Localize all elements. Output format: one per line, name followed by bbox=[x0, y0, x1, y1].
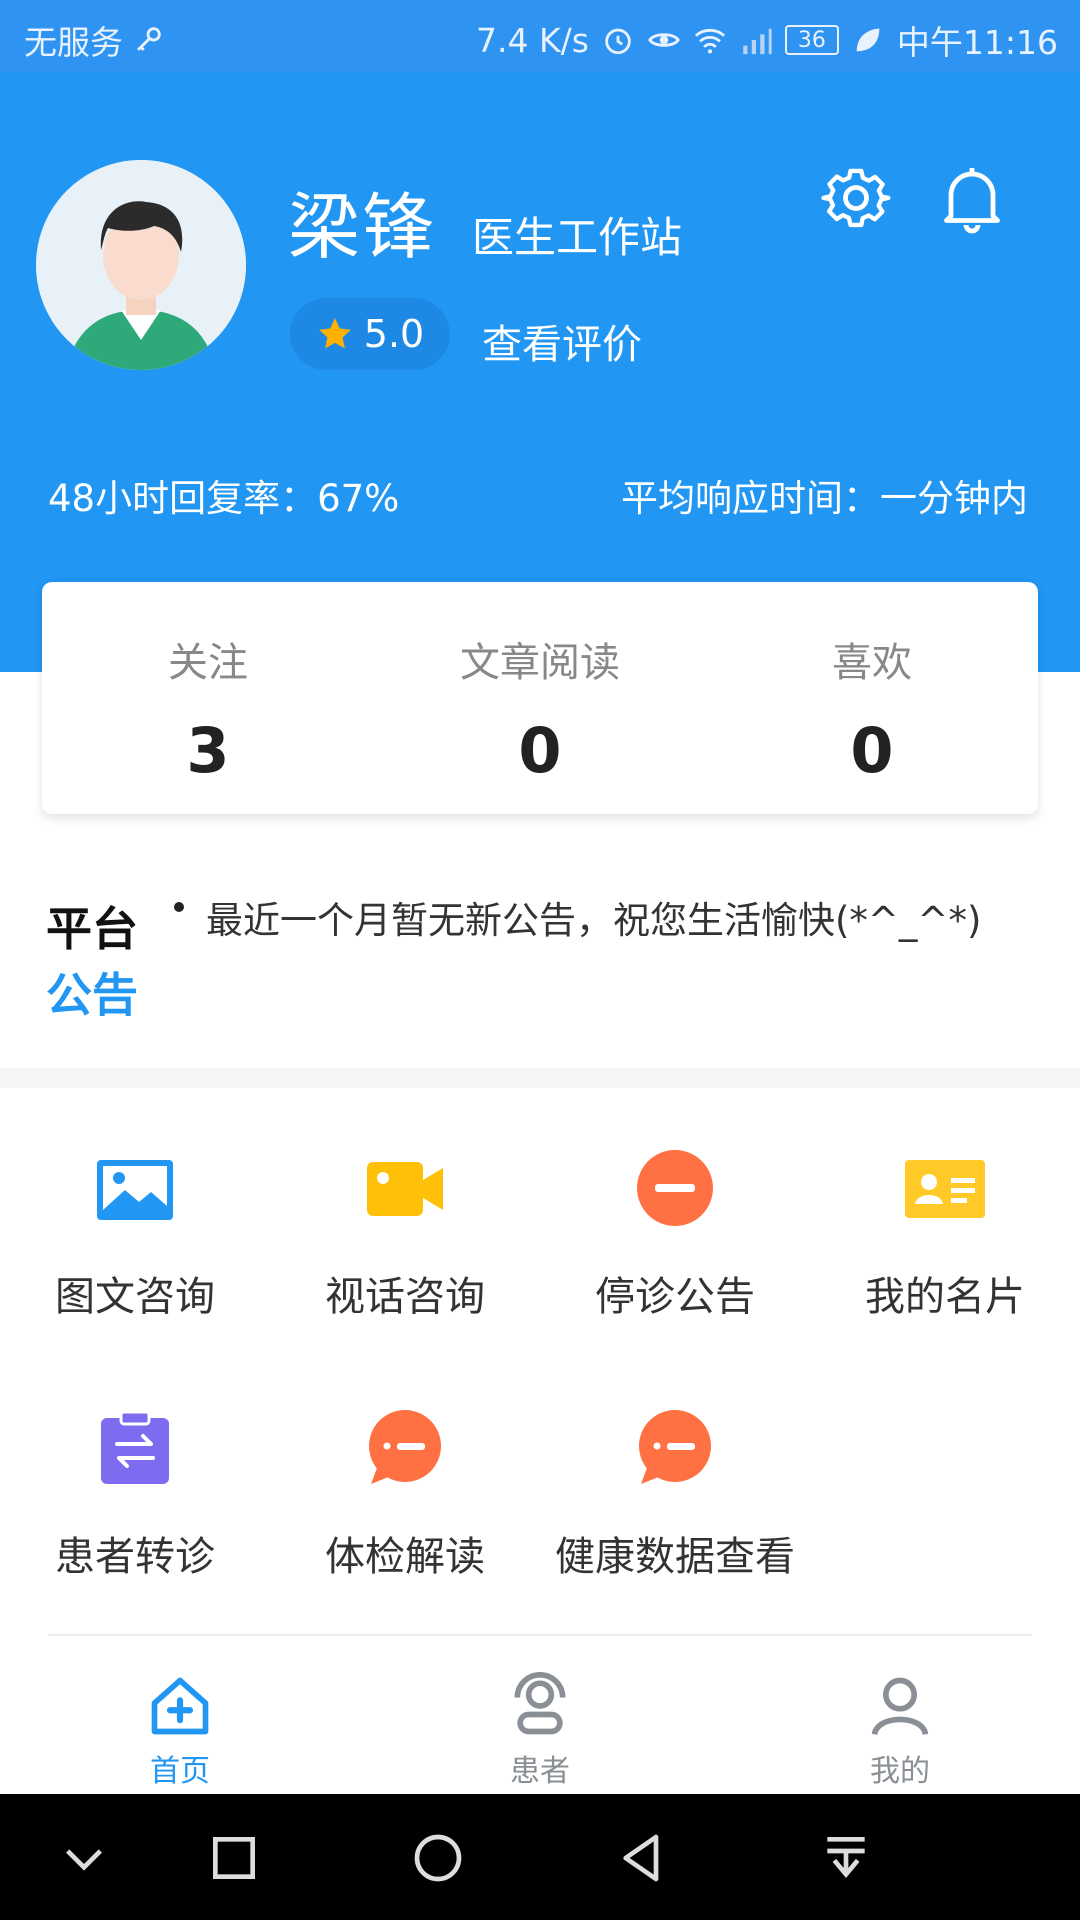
back-triangle-icon[interactable] bbox=[614, 1830, 670, 1886]
stat-follow[interactable]: 关注 3 bbox=[42, 582, 374, 814]
signal-icon bbox=[743, 28, 772, 55]
avatar[interactable] bbox=[36, 160, 246, 370]
tab-label: 患者 bbox=[510, 1754, 570, 1789]
func-suspend-notice[interactable]: 停诊公告 bbox=[540, 1088, 810, 1328]
func-checkup-interpret[interactable]: 体检解读 bbox=[270, 1348, 540, 1588]
stat-likes[interactable]: 喜欢 0 bbox=[706, 582, 1038, 814]
doctor-role: 医生工作站 bbox=[472, 213, 683, 262]
net-speed: 7.4 K/s bbox=[475, 20, 589, 60]
tab-label: 首页 bbox=[150, 1754, 210, 1789]
recents-square-icon[interactable] bbox=[206, 1830, 262, 1886]
func-image-consult[interactable]: 图文咨询 bbox=[0, 1088, 270, 1328]
chat-icon bbox=[369, 1410, 441, 1484]
tab-mine[interactable]: 我的 bbox=[800, 1644, 1000, 1794]
section-divider bbox=[0, 1068, 1080, 1088]
status-bar: 无服务 7.4 K/s 36 中午11:16 bbox=[0, 0, 1080, 72]
leaf-icon bbox=[856, 28, 880, 52]
rating-badge: 5.0 bbox=[290, 298, 450, 370]
platform-notice[interactable]: 平台 公告 最近一个月暂无新公告，祝您生活愉快(*^_^*) bbox=[0, 860, 1080, 1072]
rating-value: 5.0 bbox=[363, 312, 425, 356]
star-icon bbox=[318, 318, 351, 349]
stat-value: 3 bbox=[186, 714, 230, 787]
tab-home[interactable]: 首页 bbox=[80, 1644, 280, 1794]
system-nav-bar bbox=[0, 1794, 1080, 1920]
settings-gear-icon[interactable] bbox=[820, 162, 892, 234]
view-reviews-link[interactable]: 查看评价 bbox=[482, 312, 642, 370]
func-label: 患者转诊 bbox=[55, 1534, 215, 1580]
stat-value: 0 bbox=[850, 714, 894, 787]
func-label: 停诊公告 bbox=[595, 1274, 755, 1320]
func-video-consult[interactable]: 视话咨询 bbox=[270, 1088, 540, 1328]
home-icon bbox=[151, 1677, 209, 1735]
carrier-label: 无服务 bbox=[24, 23, 123, 62]
doctor-name: 梁锋 bbox=[288, 185, 437, 269]
func-label: 我的名片 bbox=[865, 1274, 1025, 1320]
user-icon bbox=[871, 1677, 929, 1736]
alarm-icon bbox=[605, 28, 631, 55]
grid-bottom-divider bbox=[48, 1634, 1032, 1636]
tab-patients[interactable]: 患者 bbox=[440, 1644, 640, 1794]
battery-icon: 36 bbox=[784, 25, 839, 55]
image-icon bbox=[97, 1160, 173, 1220]
key-icon bbox=[137, 27, 161, 51]
status-left: 无服务 bbox=[24, 16, 165, 64]
card-icon bbox=[905, 1160, 985, 1218]
response-time: 平均响应时间：一分钟内 bbox=[621, 477, 1028, 520]
stat-article-reads[interactable]: 文章阅读 0 bbox=[374, 582, 706, 814]
battery-level: 36 bbox=[797, 27, 826, 53]
reply-rate: 48小时回复率：67% bbox=[48, 477, 400, 520]
chevron-down-icon[interactable] bbox=[56, 1830, 112, 1886]
stop-icon bbox=[637, 1150, 713, 1226]
func-label: 图文咨询 bbox=[55, 1274, 215, 1320]
notification-pull-icon[interactable] bbox=[818, 1830, 874, 1886]
tab-label: 我的 bbox=[870, 1754, 930, 1789]
home-circle-icon[interactable] bbox=[410, 1830, 466, 1886]
status-right: 7.4 K/s 36 中午11:16 bbox=[476, 16, 1058, 64]
doctor-avatar-icon bbox=[36, 160, 246, 370]
func-label: 健康数据查看 bbox=[555, 1534, 795, 1580]
notice-logo-line1: 平台 bbox=[46, 902, 138, 956]
func-health-data[interactable]: 健康数据查看 bbox=[540, 1348, 810, 1588]
stat-label: 关注 bbox=[168, 640, 248, 686]
func-label: 视话咨询 bbox=[325, 1274, 485, 1320]
func-my-card[interactable]: 我的名片 bbox=[810, 1088, 1080, 1328]
func-patient-transfer[interactable]: 患者转诊 bbox=[0, 1348, 270, 1588]
stat-label: 喜欢 bbox=[832, 640, 912, 686]
stat-label: 文章阅读 bbox=[460, 640, 620, 686]
notice-logo-line2: 公告 bbox=[46, 968, 138, 1022]
stat-value: 0 bbox=[518, 714, 562, 787]
patients-icon bbox=[514, 1672, 566, 1735]
wifi-icon bbox=[694, 28, 726, 54]
eye-icon bbox=[648, 33, 680, 47]
clock: 中午11:16 bbox=[896, 23, 1058, 62]
video-icon bbox=[367, 1162, 443, 1216]
notice-text: 最近一个月暂无新公告，祝您生活愉快(*^_^*) bbox=[206, 899, 982, 942]
stats-card: 关注 3 文章阅读 0 喜欢 0 bbox=[42, 582, 1038, 814]
notification-bell-icon[interactable] bbox=[936, 162, 1008, 234]
bottom-tab-bar: 首页 患者 我的 bbox=[0, 1644, 1080, 1794]
func-label: 体检解读 bbox=[325, 1534, 485, 1580]
notice-logo: 平台 公告 bbox=[46, 896, 138, 1028]
bullet-dot bbox=[174, 902, 184, 912]
chat-icon bbox=[639, 1410, 711, 1484]
transfer-icon bbox=[101, 1410, 169, 1484]
